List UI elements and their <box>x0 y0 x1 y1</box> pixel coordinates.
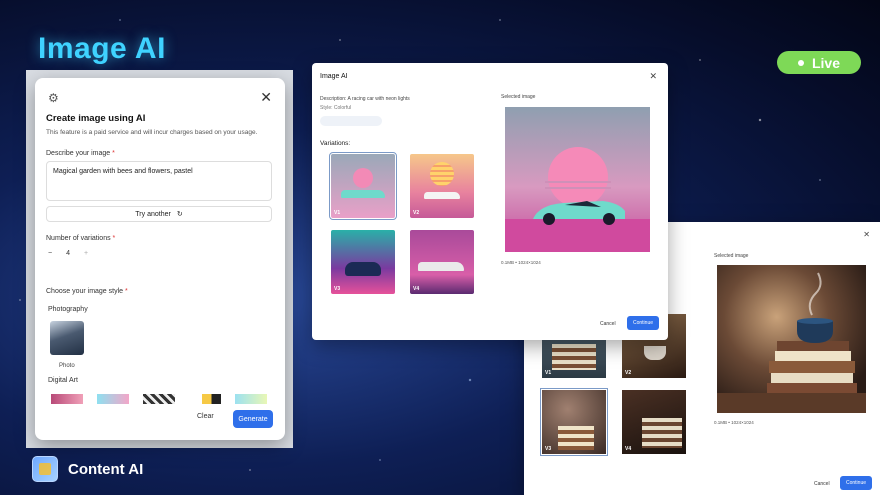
ai-robot-icon: ⚙ <box>48 91 59 105</box>
variation-tag: V3 <box>334 286 341 292</box>
selected-meta: 0.1MB • 1024×1024 <box>714 420 754 425</box>
page-title: Image AI <box>38 32 166 65</box>
variation-tag: V1 <box>334 210 341 216</box>
try-another-label: Try another <box>135 210 171 218</box>
digital-art-thumb[interactable] <box>97 394 129 404</box>
description-line: Description: A racing car with neon ligh… <box>320 96 410 102</box>
variations-value: 4 <box>66 250 70 257</box>
photo-style-label: Photo <box>59 363 75 369</box>
variation-thumb-v3[interactable]: V3 <box>331 230 395 294</box>
create-image-dialog: ⚙ ✕ Create image using AI This feature i… <box>35 78 285 440</box>
close-icon[interactable]: ✕ <box>863 230 870 239</box>
close-icon[interactable]: ✕ <box>260 89 272 106</box>
live-label: Live <box>811 54 840 71</box>
variation-tag: V1 <box>545 370 552 376</box>
selected-image <box>717 265 866 413</box>
variation-tag: V4 <box>625 446 632 452</box>
selected-image <box>505 107 650 252</box>
books-coffee-image <box>717 265 866 413</box>
content-ai-logo-icon <box>32 456 58 482</box>
cancel-button[interactable]: Cancel <box>600 321 616 327</box>
photo-style-thumbnail[interactable] <box>50 321 84 355</box>
increment-button[interactable]: + <box>84 250 88 257</box>
live-dot-icon <box>797 59 804 66</box>
dialog-title: Create image using AI <box>46 113 146 124</box>
clear-button[interactable]: Clear <box>197 413 214 420</box>
variations-label: Variations: <box>320 140 351 147</box>
generate-button[interactable]: Generate <box>233 410 273 428</box>
live-badge: Live <box>777 51 861 74</box>
footer-brand-name: Content AI <box>68 460 144 478</box>
variation-tag: V4 <box>413 286 420 292</box>
refresh-icon: ↻ <box>176 211 183 218</box>
prompt-textarea[interactable]: Magical garden with bees and flowers, pa… <box>46 161 272 201</box>
digital-art-label: Digital Art <box>48 377 78 384</box>
footer-brand: Content AI <box>32 456 143 482</box>
digital-art-thumb[interactable] <box>189 394 221 404</box>
variations-stepper[interactable]: − 4 + <box>48 250 88 257</box>
dialog-title: Image AI <box>320 73 348 80</box>
close-icon[interactable]: ✕ <box>649 71 657 82</box>
selected-meta: 0.1MB • 1024×1024 <box>501 260 541 265</box>
try-another-button[interactable]: Try another ↻ <box>46 206 272 222</box>
selected-label: Selected image <box>501 94 536 100</box>
describe-label: Describe your image * <box>46 150 115 157</box>
digital-art-thumb[interactable] <box>51 394 83 404</box>
decrement-button[interactable]: − <box>48 250 52 257</box>
digital-art-thumb[interactable] <box>235 394 267 404</box>
photography-label: Photography <box>48 306 88 313</box>
selected-label: Selected image <box>714 253 749 259</box>
variation-tag: V2 <box>413 210 420 216</box>
continue-button[interactable]: Continue <box>840 476 872 490</box>
variation-thumb-v2[interactable]: V2 <box>410 154 474 218</box>
digital-art-thumb[interactable] <box>143 394 175 404</box>
variation-thumb-v1[interactable]: V1 <box>329 152 397 220</box>
prompt-chip[interactable] <box>320 116 382 126</box>
image-ai-dialog: Image AI ✕ Description: A racing car wit… <box>312 63 668 340</box>
dialog-description: This feature is a paid service and will … <box>46 129 258 136</box>
variation-tag: V3 <box>545 446 552 452</box>
continue-button[interactable]: Continue <box>627 316 659 330</box>
neon-car-image <box>505 107 650 252</box>
variation-thumb-v4[interactable]: V4 <box>622 390 686 454</box>
cancel-button[interactable]: Cancel <box>814 481 830 487</box>
variation-thumb-v3[interactable]: V3 <box>540 388 608 456</box>
style-label: Choose your image style * <box>46 288 128 295</box>
style-line: Style: Colorful <box>320 105 352 111</box>
variation-thumb-v4[interactable]: V4 <box>410 230 474 294</box>
variation-tag: V2 <box>625 370 632 376</box>
variations-label: Number of variations * <box>46 235 116 242</box>
